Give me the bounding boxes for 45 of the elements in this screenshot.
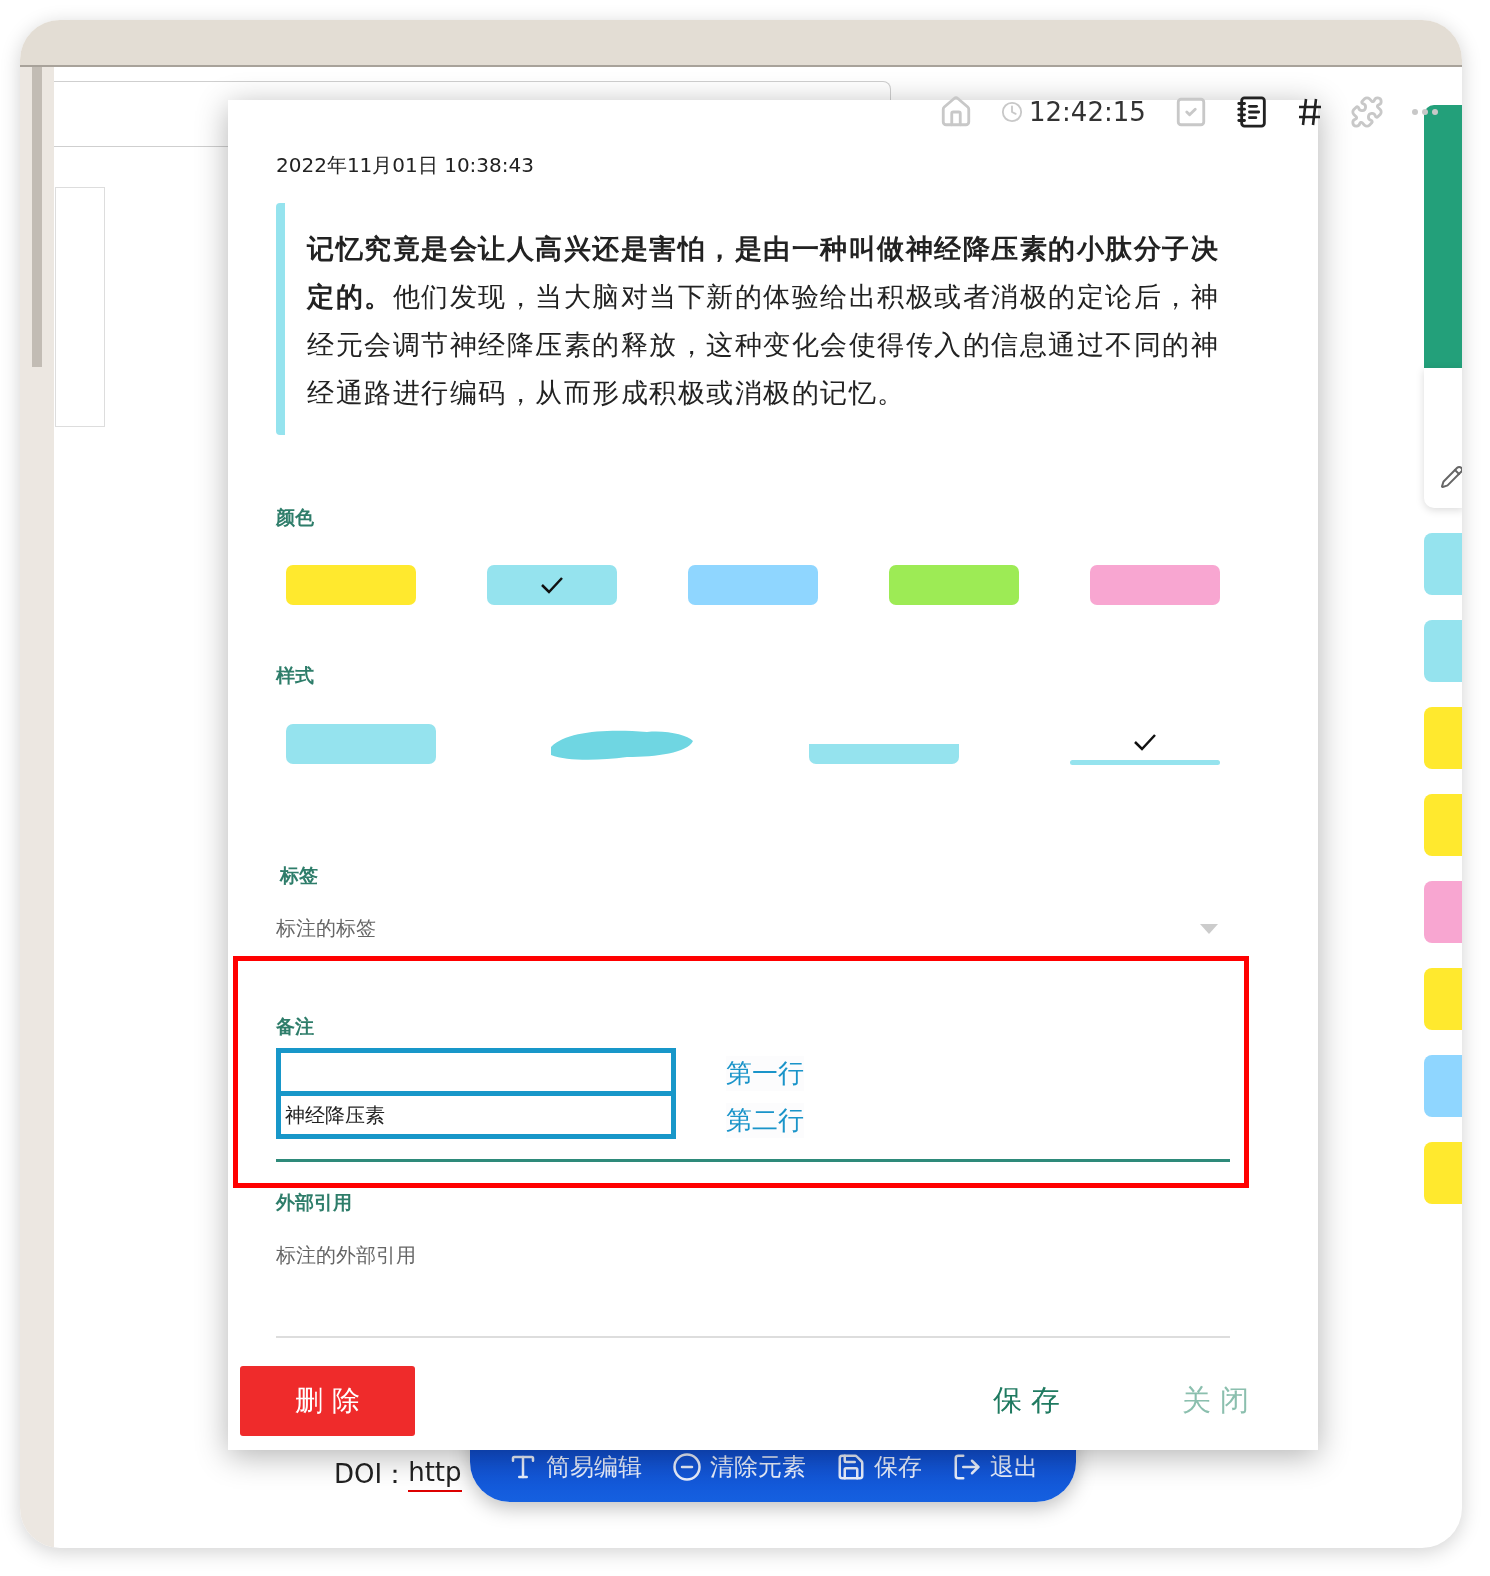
save-button[interactable]: 保 存 (987, 1380, 1067, 1422)
highlight-card[interactable] (1424, 881, 1462, 943)
color-swatch[interactable] (889, 565, 1019, 605)
style-option[interactable] (286, 723, 436, 765)
highlight-card[interactable] (1424, 968, 1462, 1030)
clock-icon (1001, 101, 1023, 123)
dropdown-arrow-icon (1200, 923, 1218, 934)
color-swatch[interactable] (286, 565, 416, 605)
scrollbar[interactable] (32, 67, 42, 367)
highlight-card[interactable] (1424, 620, 1462, 682)
save-icon (836, 1452, 866, 1482)
field-label: 样式 (276, 663, 314, 688)
minus-circle-icon (672, 1452, 702, 1482)
more-icon[interactable] (1411, 109, 1438, 115)
timestamp: 2022年11月01日 10:38:43 (276, 152, 535, 179)
check-icon (540, 576, 564, 594)
quote-text: 记忆究竟是会让人高兴还是害怕，是由一种叫做神经降压素的小肽分子决定的。他们发现，当大脑对当下新的体验给出积极或者消极的定论后，神经元会调节神经降压素的释放，这种变化会使得传入的信息通过不同的神经通路进行编码，从而形成积极或消极的记忆。 (276, 203, 1230, 435)
color-swatch[interactable] (487, 565, 617, 605)
hash-icon (1297, 98, 1322, 126)
highlight-card[interactable] (1424, 794, 1462, 856)
toolbar-button[interactable]: 退出 (952, 1451, 1038, 1483)
note-card[interactable] (1424, 368, 1462, 508)
field-label: 标签 (280, 863, 318, 888)
field-label: 颜色 (276, 505, 314, 530)
doi-link[interactable]: http (408, 1457, 462, 1492)
highlight-card[interactable] (1424, 707, 1462, 769)
reference-field[interactable]: 标注的外部引用 (276, 1228, 1230, 1338)
field-label: 外部引用 (276, 1190, 352, 1215)
highlight-card[interactable] (1424, 1055, 1462, 1117)
exit-icon (952, 1452, 982, 1482)
toolbar-button[interactable]: 保存 (836, 1451, 922, 1483)
highlight-card[interactable] (1424, 1142, 1462, 1204)
clock-time: 12:42:15 (1029, 97, 1146, 127)
color-swatch[interactable] (688, 565, 818, 605)
toolbar-button[interactable]: 清除元素 (672, 1451, 806, 1483)
delete-button[interactable]: 删 除 (240, 1366, 415, 1436)
tag-select[interactable]: 标注的标签 (276, 901, 1230, 958)
puzzle-icon (1349, 95, 1384, 129)
pencil-icon (1440, 464, 1462, 490)
home-icon (939, 95, 973, 129)
highlight-card[interactable] (1424, 533, 1462, 595)
color-swatch[interactable] (1090, 565, 1220, 605)
field-label: 备注 (276, 1014, 314, 1039)
toolbar-button[interactable]: 简易编辑 (508, 1451, 642, 1483)
doi-label: DOI： (334, 1458, 409, 1491)
